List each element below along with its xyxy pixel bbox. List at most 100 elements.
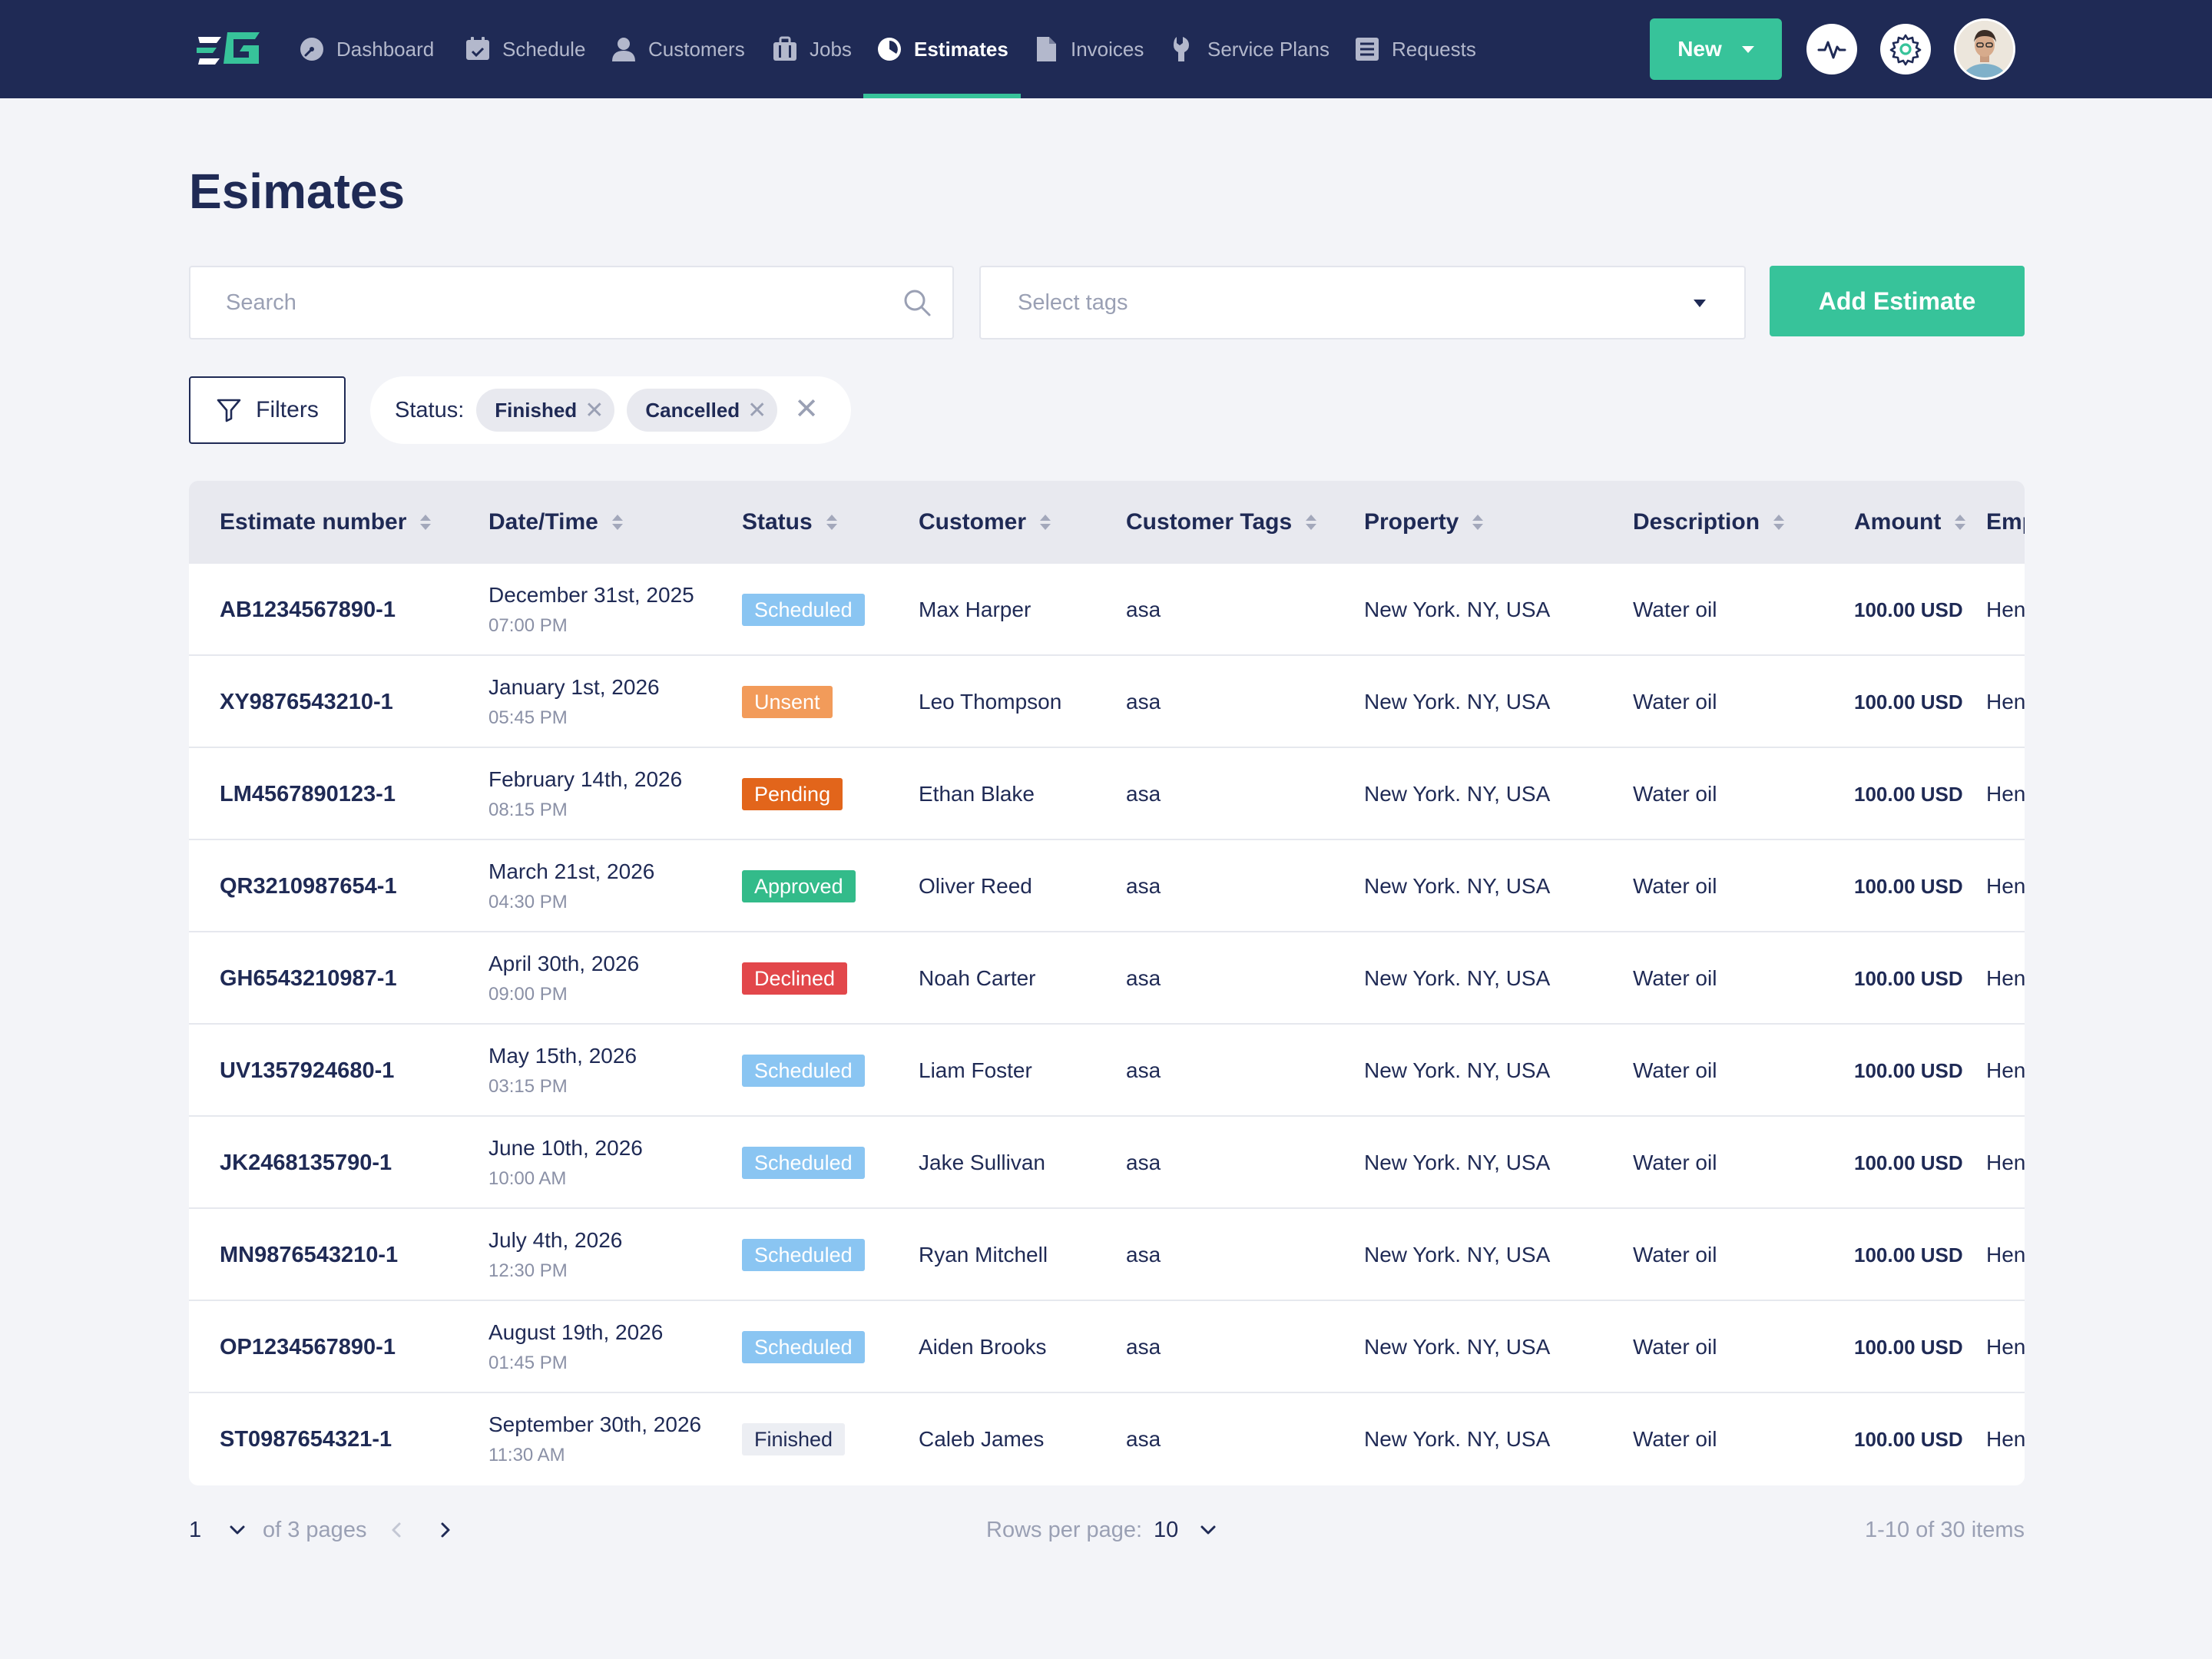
- estimate-number[interactable]: OP1234567890-1: [220, 1301, 396, 1393]
- status-badge: Unsent: [742, 686, 833, 718]
- nav-item-invoices[interactable]: Invoices: [1032, 0, 1144, 98]
- column-header[interactable]: Amount: [1854, 481, 1966, 564]
- remove-chip-icon[interactable]: ✕: [584, 397, 604, 424]
- table-row[interactable]: MN9876543210-1 July 4th, 2026 12:30 PM Sche…: [189, 1209, 2025, 1301]
- new-button[interactable]: New: [1650, 18, 1782, 80]
- estimate-number[interactable]: XY9876543210-1: [220, 656, 393, 748]
- column-header-label: Customer Tags: [1126, 509, 1293, 535]
- nav-item-customers[interactable]: Customers: [610, 0, 745, 98]
- settings-button[interactable]: [1880, 24, 1931, 75]
- status-filter-label: Status:: [395, 397, 465, 422]
- gear-icon: [1889, 34, 1922, 66]
- employee: Hen: [1986, 1427, 2025, 1451]
- estimate-number[interactable]: ST0987654321-1: [220, 1393, 392, 1485]
- column-header[interactable]: Status: [742, 481, 837, 564]
- filters-button[interactable]: Filters: [189, 376, 346, 444]
- table-row[interactable]: XY9876543210-1 January 1st, 2026 05:45 PM U…: [189, 656, 2025, 748]
- sort-icon[interactable]: [611, 515, 623, 530]
- page-selector[interactable]: 1: [189, 1515, 247, 1545]
- customer-tags: asa: [1126, 598, 1161, 621]
- column-header[interactable]: Date/Time: [488, 481, 623, 564]
- customer-name[interactable]: Aiden Brooks: [919, 1301, 1047, 1393]
- column-header[interactable]: Property: [1364, 481, 1484, 564]
- sort-icon[interactable]: [1306, 515, 1317, 530]
- nav-item-estimates[interactable]: Estimates: [863, 0, 1021, 98]
- customer-name[interactable]: Ryan Mitchell: [919, 1209, 1048, 1301]
- column-header-label: Amount: [1854, 509, 1942, 535]
- status-badge: Scheduled: [742, 594, 865, 626]
- add-estimate-button[interactable]: Add Estimate: [1770, 266, 2025, 336]
- user-avatar[interactable]: [1954, 18, 2015, 80]
- nav-item-dashboard[interactable]: Dashboard: [298, 0, 434, 98]
- status-cell: Approved: [742, 840, 856, 932]
- estimate-number[interactable]: GH6543210987-1: [220, 932, 397, 1025]
- estimate-date: April 30th, 2026: [488, 952, 640, 975]
- nav-item-requests[interactable]: Requests: [1353, 0, 1476, 98]
- column-header[interactable]: Description: [1633, 481, 1785, 564]
- customer-name[interactable]: Jake Sullivan: [919, 1117, 1045, 1209]
- customer-name[interactable]: Noah Carter: [919, 932, 1036, 1025]
- customer-name[interactable]: Oliver Reed: [919, 840, 1032, 932]
- customer-name[interactable]: Max Harper: [919, 564, 1031, 656]
- nav-item-schedule[interactable]: Schedule: [464, 0, 585, 98]
- estimate-number[interactable]: JK2468135790-1: [220, 1117, 392, 1209]
- status-cell: Scheduled: [742, 1025, 865, 1117]
- table-row[interactable]: UV1357924680-1 May 15th, 2026 03:15 PM Sche…: [189, 1025, 2025, 1117]
- rows-per-page-select[interactable]: 10: [1154, 1515, 1218, 1545]
- estimate-number[interactable]: LM4567890123-1: [220, 748, 396, 840]
- description: Water oil: [1633, 598, 1717, 621]
- sort-icon[interactable]: [1040, 515, 1051, 530]
- description: Water oil: [1633, 1335, 1717, 1359]
- table-row[interactable]: AB1234567890-1 December 31st, 2025 07:00 P…: [189, 564, 2025, 656]
- sort-icon[interactable]: [1955, 515, 1966, 530]
- status-cell: Scheduled: [742, 1301, 865, 1393]
- customer-name[interactable]: Ethan Blake: [919, 748, 1035, 840]
- column-header[interactable]: Emp: [1986, 481, 2025, 564]
- description: Water oil: [1633, 1243, 1717, 1267]
- estimate-date: May 15th, 2026: [488, 1044, 637, 1068]
- property: New York. NY, USA: [1364, 874, 1551, 898]
- customer-name[interactable]: Leo Thompson: [919, 656, 1061, 748]
- search-input[interactable]: [226, 267, 886, 338]
- table-row[interactable]: QR3210987654-1 March 21st, 2026 04:30 PM Ap…: [189, 840, 2025, 932]
- column-header-label: Description: [1633, 509, 1760, 535]
- table-row[interactable]: LM4567890123-1 February 14th, 2026 08:15 P…: [189, 748, 2025, 840]
- total-pages: of 3 pages: [263, 1517, 367, 1542]
- rows-per-page-label: Rows per page:: [986, 1517, 1143, 1542]
- customer-name[interactable]: Liam Foster: [919, 1025, 1032, 1117]
- prev-page-button[interactable]: [387, 1515, 407, 1545]
- estimate-number[interactable]: UV1357924680-1: [220, 1025, 394, 1117]
- next-page-button[interactable]: [435, 1515, 455, 1545]
- estimate-time: 07:00 PM: [488, 615, 568, 636]
- column-header[interactable]: Customer Tags: [1126, 481, 1317, 564]
- customer-tags: asa: [1126, 782, 1161, 806]
- column-header[interactable]: Estimate number: [220, 481, 432, 564]
- app-logo[interactable]: [194, 26, 264, 72]
- customer-name[interactable]: Caleb James: [919, 1393, 1044, 1485]
- sort-icon[interactable]: [1472, 515, 1484, 530]
- estimate-number[interactable]: AB1234567890-1: [220, 564, 396, 656]
- remove-chip-icon[interactable]: ✕: [747, 397, 767, 424]
- table-row[interactable]: OP1234567890-1 August 19th, 2026 01:45 PM S…: [189, 1301, 2025, 1393]
- table-row[interactable]: ST0987654321-1 September 30th, 2026 11:30 …: [189, 1393, 2025, 1485]
- property: New York. NY, USA: [1364, 1151, 1551, 1174]
- activity-button[interactable]: [1806, 24, 1857, 75]
- estimate-number[interactable]: QR3210987654-1: [220, 840, 397, 932]
- table-row[interactable]: JK2468135790-1 June 10th, 2026 10:00 AM Sch…: [189, 1117, 2025, 1209]
- wrench-icon: [1169, 35, 1197, 63]
- sort-icon[interactable]: [420, 515, 432, 530]
- estimates-table: Estimate number Date/Time Status Customer Cu…: [189, 481, 2025, 1485]
- property: New York. NY, USA: [1364, 782, 1551, 806]
- nav-item-service-plans[interactable]: Service Plans: [1169, 0, 1330, 98]
- amount: 100.00 USD: [1854, 1427, 1963, 1451]
- sort-icon[interactable]: [1773, 515, 1785, 530]
- search-icon[interactable]: [902, 287, 932, 318]
- table-row[interactable]: GH6543210987-1 April 30th, 2026 09:00 PM De…: [189, 932, 2025, 1025]
- estimate-number[interactable]: MN9876543210-1: [220, 1209, 398, 1301]
- clear-filters-icon[interactable]: ✕: [794, 395, 819, 424]
- employee: Hen: [1986, 1151, 2025, 1174]
- column-header[interactable]: Customer: [919, 481, 1051, 564]
- sort-icon[interactable]: [826, 515, 837, 530]
- nav-item-jobs[interactable]: Jobs: [771, 0, 852, 98]
- tags-select[interactable]: Select tags: [979, 266, 1746, 339]
